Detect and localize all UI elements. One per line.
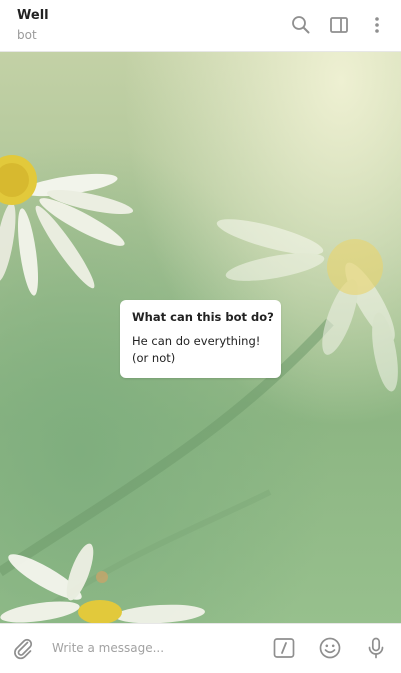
message-input[interactable] bbox=[52, 638, 252, 658]
bot-info-title: What can this bot do? bbox=[132, 310, 274, 324]
more-vertical-icon[interactable] bbox=[366, 14, 388, 36]
bot-info-line: (or not) bbox=[132, 351, 176, 365]
bot-commands-icon[interactable] bbox=[272, 636, 296, 660]
bot-info-line: He can do everything! bbox=[132, 334, 261, 348]
paperclip-icon[interactable] bbox=[11, 636, 35, 660]
chat-subtitle: bot bbox=[17, 28, 37, 42]
chat-title[interactable]: Well bbox=[17, 8, 49, 23]
search-icon[interactable] bbox=[290, 14, 312, 36]
chat-header: Well bot bbox=[0, 0, 401, 52]
message-composer bbox=[0, 623, 401, 673]
bot-info-card: What can this bot do? He can do everythi… bbox=[120, 300, 281, 378]
bot-info-description: He can do everything! (or not) bbox=[132, 333, 269, 367]
chat-wallpaper: What can this bot do? He can do everythi… bbox=[0, 52, 401, 623]
microphone-icon[interactable] bbox=[364, 636, 388, 660]
emoji-icon[interactable] bbox=[318, 636, 342, 660]
sidebar-toggle-icon[interactable] bbox=[328, 14, 350, 36]
